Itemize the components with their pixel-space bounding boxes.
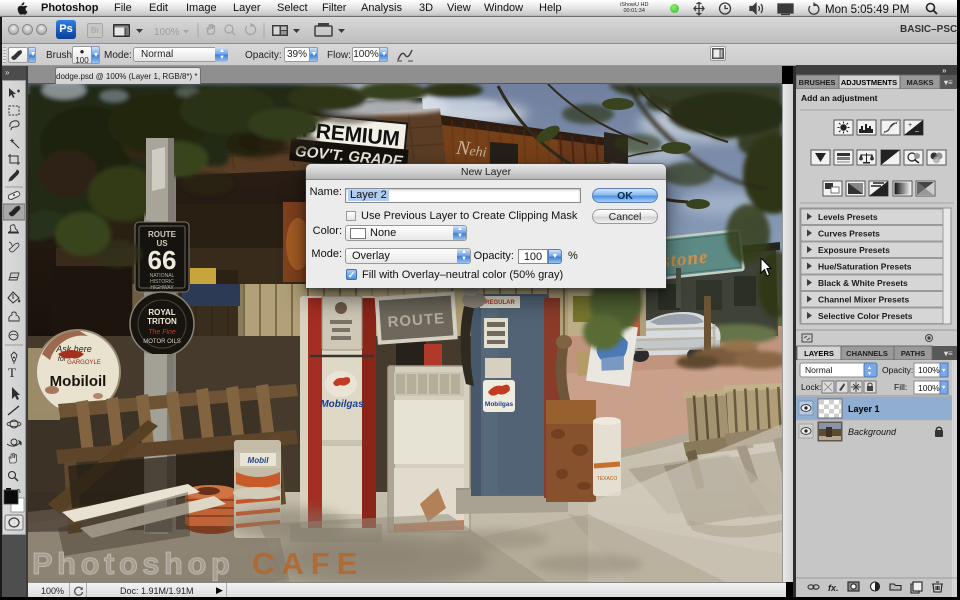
svg-text:TEXACO: TEXACO (597, 476, 618, 482)
svg-text:Mon 5:05:49 PM: Mon 5:05:49 PM (825, 4, 909, 16)
svg-text:ROUTE: ROUTE (148, 230, 177, 239)
svg-text:▼: ▼ (941, 385, 946, 391)
svg-text:The Fine: The Fine (148, 329, 176, 336)
svg-text:100%: 100% (918, 383, 940, 393)
svg-text:Photoshop: Photoshop (32, 546, 234, 581)
svg-text:Mobil: Mobil (248, 456, 270, 465)
svg-text:Mobilgas: Mobilgas (485, 401, 514, 408)
svg-text:Levels Presets: Levels Presets (818, 212, 878, 222)
svg-text:Mobiloil: Mobiloil (50, 373, 107, 390)
svg-text:»: » (942, 66, 947, 75)
svg-text:Selective Color Presets: Selective Color Presets (818, 311, 913, 321)
svg-text:CAFE: CAFE (252, 546, 364, 581)
svg-text:Layer 1: Layer 1 (848, 404, 880, 414)
svg-text:Black & White Presets: Black & White Presets (818, 278, 908, 288)
svg-text:ADJUSTMENTS: ADJUSTMENTS (841, 78, 897, 87)
svg-text:Hue/Saturation Presets: Hue/Saturation Presets (818, 262, 912, 272)
svg-text:CHANNELS: CHANNELS (846, 349, 888, 358)
svg-text:fx.: fx. (828, 583, 839, 593)
svg-text:GARGOYLE: GARGOYLE (67, 360, 101, 366)
svg-text:MOTOR OILS: MOTOR OILS (143, 339, 181, 345)
svg-text:BRUSHES: BRUSHES (799, 78, 836, 87)
svg-text:▾≡: ▾≡ (943, 78, 953, 87)
svg-text:Add an adjustment: Add an adjustment (801, 93, 878, 103)
svg-text:Fill:: Fill: (894, 382, 907, 392)
svg-text:+: + (908, 122, 912, 129)
svg-text:Channel Mixer Presets: Channel Mixer Presets (818, 295, 909, 305)
svg-text:▼: ▼ (867, 371, 872, 377)
svg-text:ROYAL: ROYAL (148, 308, 175, 317)
svg-text:TRITON: TRITON (147, 317, 177, 326)
svg-text:T: T (8, 365, 16, 380)
svg-text:Background: Background (848, 427, 897, 437)
svg-text:Exposure Presets: Exposure Presets (818, 245, 890, 255)
svg-text:MASKS: MASKS (906, 78, 933, 87)
svg-text:66: 66 (148, 245, 177, 275)
svg-text:Lock:: Lock: (801, 382, 821, 392)
svg-text:Opacity:: Opacity: (882, 365, 913, 375)
svg-text:REGULAR: REGULAR (485, 300, 515, 306)
svg-text:–: – (915, 128, 919, 135)
svg-text:▾≡: ▾≡ (943, 349, 953, 358)
svg-text:100%: 100% (154, 27, 180, 38)
svg-text:Normal: Normal (805, 365, 833, 375)
svg-text:LAYERS: LAYERS (804, 349, 834, 358)
svg-text:Curves Presets: Curves Presets (818, 229, 880, 239)
svg-text:100%: 100% (918, 365, 940, 375)
svg-text:▼: ▼ (941, 368, 946, 374)
svg-text:HIGHWAY: HIGHWAY (150, 285, 174, 291)
svg-text:Mobilgas: Mobilgas (320, 399, 364, 410)
svg-text:PATHS: PATHS (901, 349, 925, 358)
